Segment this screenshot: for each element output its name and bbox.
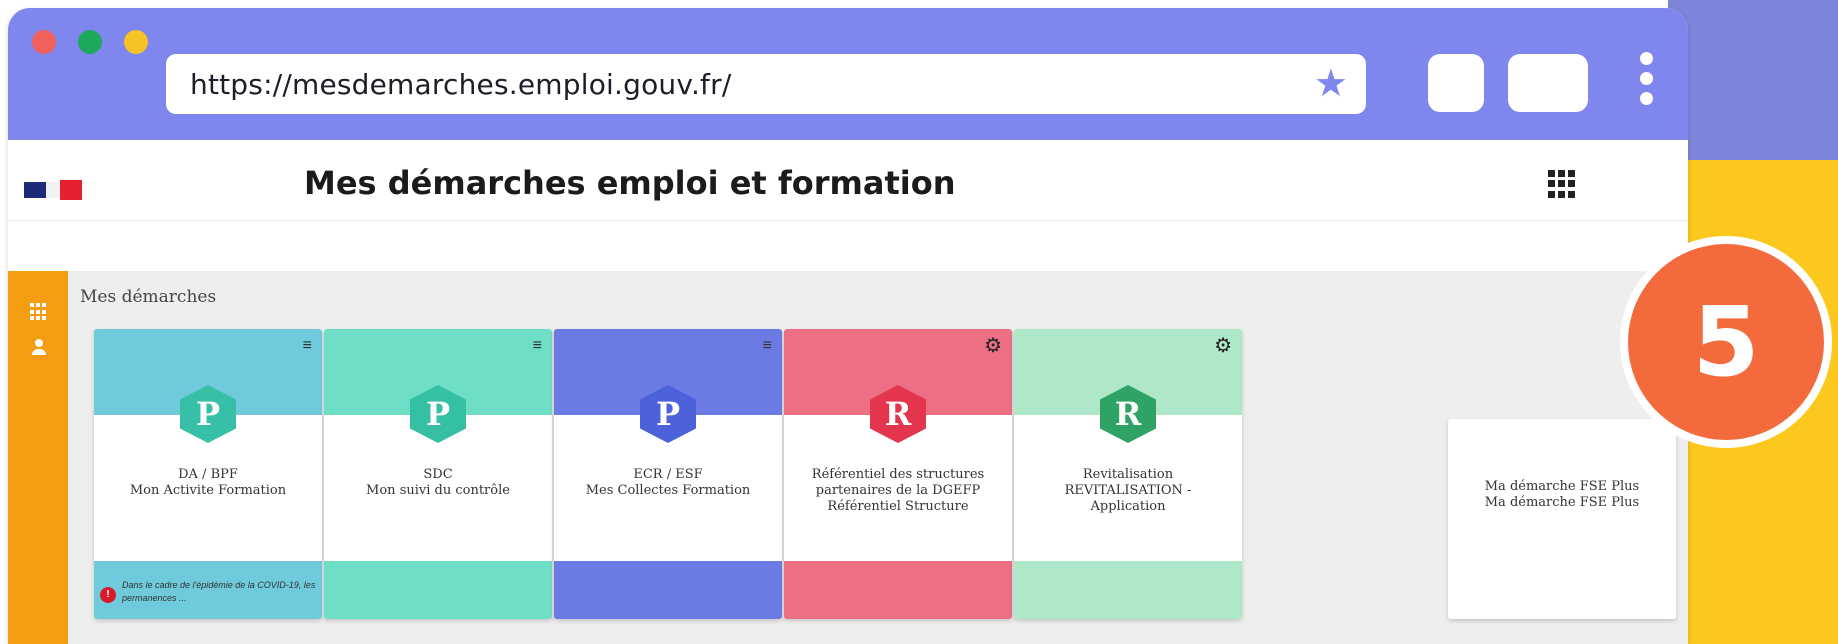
- card-sdc[interactable]: ≡ P SDC Mon suivi du contrôle: [324, 329, 552, 619]
- card-label: SDC Mon suivi du contrôle: [332, 467, 544, 499]
- grid-apps-icon[interactable]: [1548, 170, 1576, 198]
- card-label-line3: Référentiel Structure: [827, 499, 969, 514]
- card-label-line1: Revitalisation: [1082, 467, 1174, 482]
- step-number-badge: 5: [1620, 236, 1832, 448]
- card-label-line2: Mes Collectes Formation: [585, 483, 751, 498]
- browser-extension-button[interactable]: [1428, 54, 1484, 112]
- subheader-bar: [8, 221, 1688, 271]
- card-label-line2: Mon suivi du contrôle: [366, 483, 510, 498]
- card-footer: ! Dans le cadre de l'épidémie de la COVID…: [94, 561, 322, 619]
- card-footer: [324, 561, 552, 619]
- site-title: Mes démarches emploi et formation: [304, 164, 956, 202]
- notice-text: Dans le cadre de l'épidémie de la COVID-…: [122, 580, 316, 603]
- list-filter-icon[interactable]: ≡: [763, 337, 772, 355]
- user-icon[interactable]: [30, 339, 48, 357]
- list-filter-icon[interactable]: ≡: [303, 337, 312, 355]
- card-label-line1: ECR / ESF: [633, 467, 703, 482]
- minimize-window-button[interactable]: [124, 30, 148, 54]
- side-rail: [8, 271, 68, 644]
- card-da-bpf[interactable]: ≡ P DA / BPF Mon Activite Formation! Dans le…: [94, 329, 322, 619]
- url-text: https://mesdemarches.emploi.gouv.fr/: [190, 68, 732, 101]
- card-label-line1: Référentiel des structures: [811, 467, 985, 482]
- card-label-line2: REVITALISATION -: [1064, 483, 1192, 498]
- kebab-menu-icon[interactable]: [1640, 52, 1654, 112]
- alert-badge-icon: !: [100, 587, 116, 603]
- browser-chrome: https://mesdemarches.emploi.gouv.fr/ ★: [8, 8, 1688, 140]
- card-label-line3: Application: [1090, 499, 1166, 514]
- site-header: Mes démarches emploi et formation: [8, 140, 1688, 221]
- card-label: Ma démarche FSE Plus Ma démarche FSE Plu…: [1484, 479, 1640, 510]
- marianne-flag-logo[interactable]: [24, 180, 82, 200]
- background-violet-panel: [1668, 0, 1838, 160]
- card-label: DA / BPF Mon Activite Formation: [102, 467, 314, 499]
- close-window-button[interactable]: [32, 30, 56, 54]
- maximize-window-button[interactable]: [78, 30, 102, 54]
- card-label: Référentiel des structures partenaires de…: [792, 467, 1004, 515]
- list-filter-icon[interactable]: ≡: [533, 337, 542, 355]
- card-fse-plus[interactable]: Ma démarche FSE Plus Ma démarche FSE Plu…: [1448, 419, 1676, 619]
- browser-profile-button[interactable]: [1508, 54, 1588, 112]
- card-label-line2: partenaires de la DGEFP: [815, 483, 981, 498]
- gear-icon[interactable]: ⚙: [984, 333, 1002, 358]
- browser-window: https://mesdemarches.emploi.gouv.fr/ ★ M…: [8, 8, 1688, 644]
- apps-grid-icon[interactable]: [30, 303, 48, 321]
- main-content: Mes démarches ≡ P DA / BPF Mon Activite For…: [8, 271, 1688, 644]
- card-label-line1: DA / BPF: [178, 467, 238, 482]
- card-revitalisation[interactable]: ⚙ R Revitalisation REVITALISATION - Applicat…: [1014, 329, 1242, 619]
- section-title: Mes démarches: [80, 287, 217, 307]
- card-label-line2: Mon Activite Formation: [129, 483, 287, 498]
- card-ecr-esf[interactable]: ≡ P ECR / ESF Mes Collectes Formation: [554, 329, 782, 619]
- card-footer: [1014, 561, 1242, 619]
- card-label-line1: SDC: [423, 467, 453, 482]
- card-label: ECR / ESF Mes Collectes Formation: [562, 467, 774, 499]
- card-footer: [554, 561, 782, 619]
- card-notice[interactable]: ! Dans le cadre de l'épidémie de la COVID…: [100, 573, 316, 613]
- card-footer: [784, 561, 1012, 619]
- card-label: Revitalisation REVITALISATION - Applicatio…: [1022, 467, 1234, 515]
- address-bar[interactable]: https://mesdemarches.emploi.gouv.fr/ ★: [166, 54, 1366, 114]
- gear-icon[interactable]: ⚙: [1214, 333, 1232, 358]
- card-referentiel[interactable]: ⚙ R Référentiel des structures partenaires …: [784, 329, 1012, 619]
- star-icon[interactable]: ★: [1314, 62, 1348, 106]
